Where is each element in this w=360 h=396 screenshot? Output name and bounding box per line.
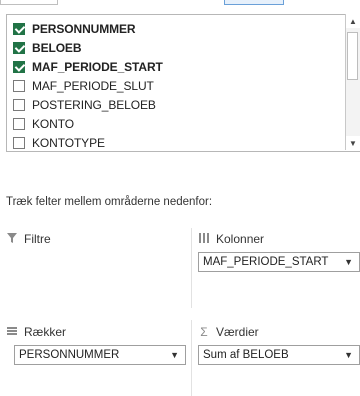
field-item-kontotype[interactable]: KONTOTYPE: [13, 133, 105, 151]
field-item-personnummer[interactable]: PERSONNUMMER: [13, 19, 136, 39]
area-divider-top: [191, 228, 192, 308]
drag-fields-instruction: Træk felter mellem områderne nedenfor:: [6, 196, 213, 208]
scroll-down-arrow-icon[interactable]: ▼: [346, 136, 360, 150]
field-label: POSTERING_BELOEB: [32, 98, 156, 112]
rows-icon: [6, 326, 18, 339]
field-label: KONTO: [32, 117, 74, 131]
columns-icon: [198, 232, 210, 246]
dropdown-arrow-icon[interactable]: ▼: [170, 350, 179, 360]
checkbox-checked-icon[interactable]: [13, 61, 25, 73]
checkbox-unchecked-icon[interactable]: [13, 80, 25, 92]
filters-area-header: Filtre: [6, 230, 51, 248]
checkbox-unchecked-icon[interactable]: [13, 137, 25, 149]
sigma-icon: Σ: [200, 325, 208, 339]
field-item-maf-periode-start[interactable]: MAF_PERIODE_START: [13, 57, 163, 77]
values-label: Værdier: [216, 325, 259, 339]
values-field-sum-beloeb[interactable]: Sum af BELOEB ▼: [198, 345, 360, 365]
toolbar-fragment-left: [0, 0, 58, 5]
scroll-up-arrow-icon[interactable]: ▲: [346, 14, 360, 28]
field-item-postering-beloeb[interactable]: POSTERING_BELOEB: [13, 95, 156, 115]
field-label: PERSONNUMMER: [32, 22, 136, 36]
columns-area-header: Kolonner: [198, 230, 264, 248]
checkbox-checked-icon[interactable]: [13, 23, 25, 35]
columns-field-label: MAF_PERIODE_START: [203, 256, 329, 268]
field-list-scrollbar[interactable]: ▲ ▼: [345, 14, 360, 150]
filters-drop-zone[interactable]: [6, 250, 186, 308]
filter-icon: [6, 232, 18, 246]
rows-label: Rækker: [24, 325, 67, 339]
filters-label: Filtre: [24, 232, 51, 246]
field-item-maf-periode-slut[interactable]: MAF_PERIODE_SLUT: [13, 76, 154, 96]
field-item-beloeb[interactable]: BELOEB: [13, 38, 82, 58]
columns-label: Kolonner: [216, 232, 265, 246]
field-label: MAF_PERIODE_START: [32, 60, 163, 74]
area-divider-bottom: [191, 320, 192, 396]
field-item-konto[interactable]: KONTO: [13, 114, 74, 134]
checkbox-checked-icon[interactable]: [13, 42, 25, 54]
values-field-label: Sum af BELOEB: [203, 349, 289, 361]
field-label: MAF_PERIODE_SLUT: [32, 79, 154, 93]
pivot-field-list: PERSONNUMMER BELOEB MAF_PERIODE_START MA…: [6, 14, 360, 152]
field-label: KONTOTYPE: [32, 136, 105, 150]
dropdown-arrow-icon[interactable]: ▼: [344, 350, 353, 360]
rows-field-personnummer[interactable]: PERSONNUMMER ▼: [14, 345, 186, 365]
values-area-header: Σ Værdier: [198, 323, 259, 341]
checkbox-unchecked-icon[interactable]: [13, 99, 25, 111]
scrollbar-thumb[interactable]: [347, 32, 358, 80]
field-label: BELOEB: [32, 41, 82, 55]
columns-field-maf-periode-start[interactable]: MAF_PERIODE_START ▼: [198, 252, 360, 272]
rows-field-label: PERSONNUMMER: [19, 349, 120, 361]
checkbox-unchecked-icon[interactable]: [13, 118, 25, 130]
rows-area-header: Rækker: [6, 323, 66, 341]
dropdown-arrow-icon[interactable]: ▼: [344, 257, 353, 267]
toolbar-fragment-selected: [224, 0, 284, 5]
top-toolbar-fragment: [0, 0, 360, 6]
